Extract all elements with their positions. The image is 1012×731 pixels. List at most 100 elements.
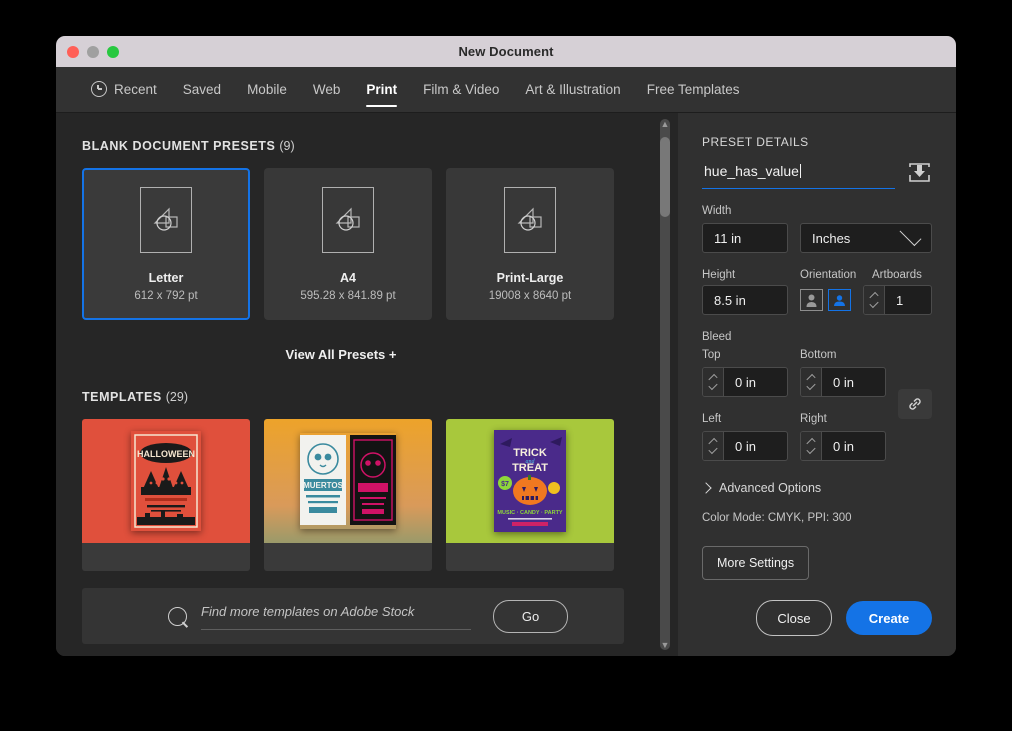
- bleed-bottom-stepper[interactable]: 0 in: [800, 367, 886, 397]
- bleed-left-label: Left: [702, 413, 722, 425]
- bleed-left-arrows[interactable]: [703, 432, 724, 460]
- scroll-down-icon[interactable]: ▼: [660, 640, 670, 650]
- artboards-label: Artboards: [872, 269, 922, 281]
- preset-name-value: hue_has_value: [704, 163, 799, 179]
- bleed-bottom-label: Bottom: [800, 349, 837, 361]
- maximize-window-button[interactable]: [107, 45, 119, 58]
- template-thumbnail: TRICK TREAT and $7 MUSIC · CANDY · PARTY: [446, 419, 614, 543]
- tab-label: Film & Video: [423, 81, 500, 97]
- template-thumbnail: MUERTOS: [264, 419, 432, 543]
- preset-name: Letter: [148, 270, 184, 285]
- orientation-landscape-button[interactable]: [828, 289, 851, 311]
- width-input[interactable]: 11 in: [702, 223, 788, 253]
- stepper-down-icon[interactable]: [708, 380, 718, 391]
- more-settings-button[interactable]: More Settings: [702, 546, 810, 580]
- scrollbar-thumb[interactable]: [660, 137, 670, 217]
- tab-saved[interactable]: Saved: [170, 66, 234, 112]
- units-select[interactable]: Inches: [800, 223, 932, 253]
- window-title: New Document: [458, 44, 554, 59]
- link-icon: [909, 398, 921, 410]
- close-window-button[interactable]: [67, 45, 79, 58]
- svg-text:and: and: [526, 459, 536, 465]
- stepper-down-icon[interactable]: [806, 444, 816, 455]
- dialog-body: BLANK DOCUMENT PRESETS (9) Letter 612 x …: [56, 113, 956, 656]
- bleed-top-stepper[interactable]: 0 in: [702, 367, 788, 397]
- tab-recent[interactable]: Recent: [78, 66, 170, 112]
- window-controls: [67, 36, 119, 67]
- bleed-bottom-arrows[interactable]: [801, 368, 822, 396]
- stock-search-placeholder: Find more templates on Adobe Stock: [201, 603, 415, 619]
- bleed-label: Bleed: [702, 331, 732, 343]
- scroll-up-icon[interactable]: ▲: [660, 119, 670, 129]
- preset-name-input[interactable]: hue_has_value: [702, 163, 895, 189]
- bleed-right-arrows[interactable]: [801, 432, 822, 460]
- svg-text:MUERTOS: MUERTOS: [303, 481, 344, 490]
- bleed-top-value: 0 in: [735, 374, 756, 390]
- preset-dimensions: 595.28 x 841.89 pt: [300, 289, 396, 302]
- stepper-down-icon[interactable]: [869, 298, 879, 309]
- preset-dimensions: 612 x 792 pt: [134, 289, 198, 302]
- scroll-clip: [56, 575, 656, 576]
- tab-art-and-illustration[interactable]: Art & Illustration: [512, 66, 633, 112]
- advanced-options-toggle[interactable]: Advanced Options: [700, 481, 932, 495]
- create-button[interactable]: Create: [846, 601, 932, 635]
- tab-free-templates[interactable]: Free Templates: [634, 66, 753, 112]
- preset-card-print-large[interactable]: Print-Large 19008 x 8640 pt: [446, 168, 614, 320]
- preset-name: Print-Large: [496, 270, 564, 285]
- template-card-halloween[interactable]: HALLOWEEN: [82, 419, 250, 571]
- width-label: Width: [702, 205, 732, 217]
- bleed-link-button[interactable]: [898, 389, 932, 419]
- bleed-right-stepper[interactable]: 0 in: [800, 431, 886, 461]
- dialog-actions: Close Create: [756, 600, 932, 636]
- advanced-options-label: Advanced Options: [719, 481, 822, 495]
- tab-label: Web: [312, 81, 341, 97]
- browse-panel: BLANK DOCUMENT PRESETS (9) Letter 612 x …: [56, 113, 656, 656]
- blank-presets-row: Letter 612 x 792 pt A4 595.28 x 841.89 p…: [82, 168, 656, 320]
- go-button[interactable]: Go: [493, 599, 568, 633]
- stock-search-input[interactable]: Find more templates on Adobe Stock: [201, 603, 471, 630]
- document-icon: [504, 186, 556, 253]
- template-card-dia-de-muertos[interactable]: MUERTOS: [264, 419, 432, 571]
- template-thumbnail: HALLOWEEN: [82, 419, 250, 543]
- minimize-window-button[interactable]: [87, 45, 99, 58]
- tab-print[interactable]: Print: [353, 66, 410, 112]
- bleed-top-arrows[interactable]: [703, 368, 724, 396]
- tab-film-and-video[interactable]: Film & Video: [410, 66, 512, 112]
- close-button[interactable]: Close: [756, 600, 832, 636]
- template-card-trick-or-treat[interactable]: TRICK TREAT and $7 MUSIC · CANDY · PARTY: [446, 419, 614, 571]
- preset-card-letter[interactable]: Letter 612 x 792 pt: [82, 168, 250, 320]
- landscape-icon: [834, 294, 845, 306]
- height-input[interactable]: 8.5 in: [702, 285, 788, 315]
- category-tabs: Recent Saved Mobile Web Print Film & Vid…: [56, 67, 956, 113]
- preset-name-row: hue_has_value: [702, 161, 932, 189]
- tab-label: Recent: [114, 81, 157, 97]
- orientation-label: Orientation: [800, 269, 857, 281]
- tab-web[interactable]: Web: [300, 66, 354, 112]
- artboards-stepper-arrows[interactable]: [864, 286, 885, 314]
- preset-card-a4[interactable]: A4 595.28 x 841.89 pt: [264, 168, 432, 320]
- preset-dimensions: 19008 x 8640 pt: [488, 289, 572, 302]
- poster-artwork: HALLOWEEN: [131, 431, 201, 531]
- orientation-portrait-button[interactable]: [800, 289, 823, 311]
- tab-label: Mobile: [247, 81, 287, 97]
- text-caret: [799, 164, 802, 178]
- height-orientation-labels: Height Orientation Artboards: [702, 253, 932, 287]
- save-preset-icon[interactable]: [907, 161, 932, 185]
- width-value: 11 in: [714, 230, 742, 246]
- view-all-presets-link[interactable]: View All Presets +: [82, 347, 600, 362]
- tab-label: Art & Illustration: [525, 81, 621, 97]
- artboards-stepper[interactable]: 1: [863, 285, 932, 315]
- template-caption: [446, 543, 614, 571]
- stepper-down-icon[interactable]: [708, 444, 718, 455]
- artboards-value: 1: [896, 292, 904, 308]
- blank-presets-heading: BLANK DOCUMENT PRESETS (9): [82, 139, 295, 153]
- title-bar: New Document: [56, 36, 956, 67]
- browse-scrollbar[interactable]: ▲ ▼: [656, 113, 678, 656]
- stepper-down-icon[interactable]: [806, 380, 816, 391]
- templates-row: HALLOWEEN MUERTOS TRICK TREAT and $7 MUS…: [82, 419, 656, 571]
- search-icon: [164, 602, 191, 630]
- artwork-glyph: [517, 207, 542, 231]
- bleed-left-stepper[interactable]: 0 in: [702, 431, 788, 461]
- tab-mobile[interactable]: Mobile: [234, 66, 300, 112]
- template-caption: [82, 543, 250, 571]
